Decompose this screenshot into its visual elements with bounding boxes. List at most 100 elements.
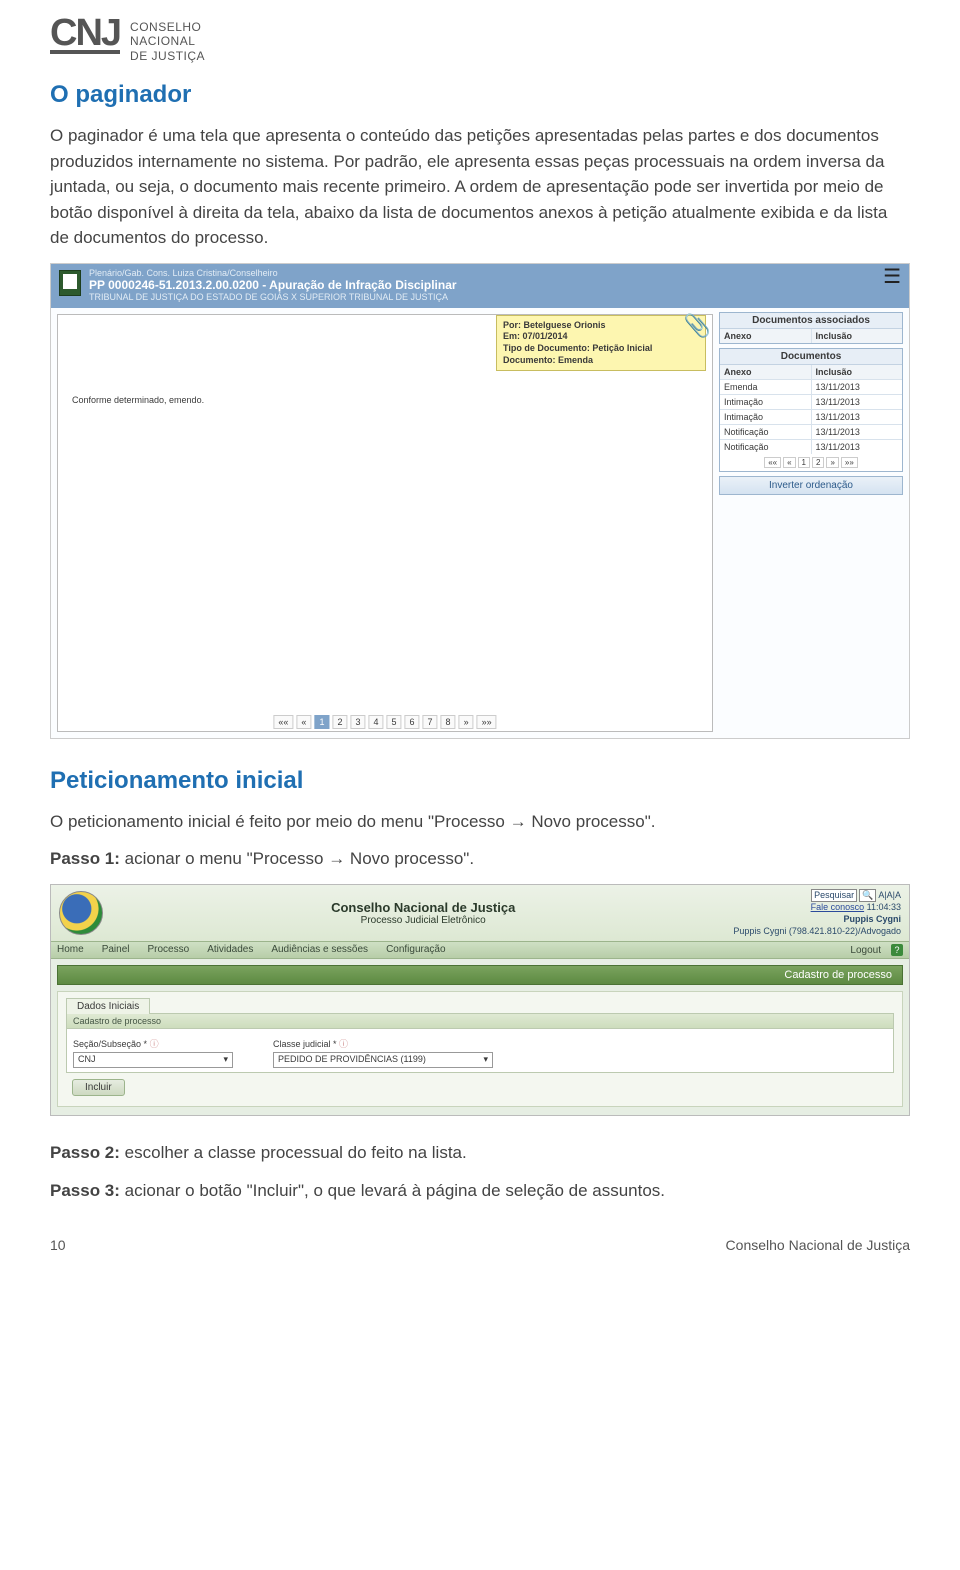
field-secao: Seção/Subseção * ⓘ CNJ ▾	[73, 1037, 233, 1068]
table-row[interactable]: Intimação13/11/2013	[720, 409, 902, 424]
parties-line: TRIBUNAL DE JUSTIÇA DO ESTADO DE GOIÁS X…	[89, 292, 457, 302]
menu-icon[interactable]: ☰	[883, 268, 901, 286]
menu-processo[interactable]: Processo	[148, 944, 190, 956]
search-icon[interactable]: 🔍	[859, 889, 876, 903]
page-5[interactable]: 5	[387, 715, 402, 729]
docs-col-anexo: Anexo	[720, 365, 811, 379]
document-viewer: 📎 Por: Betelguese Orionis Em: 07/01/2014…	[57, 314, 713, 732]
docs-col-inclusao: Inclusão	[811, 365, 903, 379]
note-author: Por: Betelguese Orionis	[503, 320, 606, 330]
assoc-col-inclusao: Inclusão	[811, 329, 903, 343]
paginador-header: Plenário/Gab. Cons. Luiza Cristina/Conse…	[51, 264, 909, 308]
paragraph-paginador: O paginador é uma tela que apresenta o c…	[50, 123, 910, 251]
pje-header: Conselho Nacional de Justiça Processo Ju…	[51, 885, 909, 942]
page-7[interactable]: 7	[423, 715, 438, 729]
incluir-button[interactable]: Incluir	[72, 1079, 125, 1096]
coat-of-arms-icon	[59, 891, 103, 935]
page-3[interactable]: 3	[350, 715, 365, 729]
note-docname: Documento: Emenda	[503, 355, 593, 365]
breadcrumb: Plenário/Gab. Cons. Luiza Cristina/Conse…	[89, 268, 457, 278]
table-row[interactable]: Intimação13/11/2013	[720, 394, 902, 409]
logo-mark: CNJ	[50, 18, 120, 54]
section-title-peticionamento: Peticionamento inicial	[50, 767, 910, 795]
label-classe: Classe judicial *	[273, 1039, 337, 1049]
prev-page[interactable]: «	[296, 715, 311, 729]
mini-last[interactable]: »»	[841, 457, 858, 468]
footer-org: Conselho Nacional de Justiça	[726, 1237, 910, 1253]
search-input[interactable]: Pesquisar	[811, 889, 857, 903]
select-classe[interactable]: PEDIDO DE PROVIDÊNCIAS (1199) ▾	[273, 1052, 493, 1068]
paperclip-icon: 📎	[684, 312, 711, 341]
clock: 11:04:33	[867, 902, 901, 912]
process-title: PP 0000246-51.2013.2.00.0200 - Apuração …	[89, 278, 457, 292]
header-right: Pesquisar 🔍 A|A|A Fale conosco 11:04:33 …	[733, 889, 901, 938]
pje-screenshot: Conselho Nacional de Justiça Processo Ju…	[50, 884, 910, 1117]
label-secao: Seção/Subseção *	[73, 1039, 147, 1049]
pje-title: Conselho Nacional de Justiça	[113, 900, 733, 915]
associated-docs-panel: Documentos associados Anexo Inclusão	[719, 312, 903, 344]
document-text: Conforme determinado, emendo.	[72, 395, 204, 405]
form-subheader: Cadastro de processo	[66, 1013, 894, 1029]
page-2[interactable]: 2	[332, 715, 347, 729]
info-icon[interactable]: ⓘ	[150, 1039, 159, 1049]
logo-line3: DE JUSTIÇA	[130, 49, 205, 63]
paragraph-peticionamento: O peticionamento inicial é feito por mei…	[50, 809, 910, 835]
table-row[interactable]: Emenda13/11/2013	[720, 379, 902, 394]
logo-line2: NACIONAL	[130, 34, 205, 48]
table-row[interactable]: Notificação13/11/2013	[720, 424, 902, 439]
mini-next[interactable]: »	[826, 457, 838, 468]
menu-home[interactable]: Home	[57, 944, 84, 956]
assoc-col-anexo: Anexo	[720, 329, 811, 343]
mini-prev[interactable]: «	[783, 457, 795, 468]
tab-dados-iniciais[interactable]: Dados Iniciais	[66, 998, 150, 1014]
step-3: Passo 3: acionar o botão "Incluir", o qu…	[50, 1178, 910, 1204]
page-6[interactable]: 6	[405, 715, 420, 729]
docs-pager[interactable]: «« « 1 2 » »»	[720, 454, 902, 471]
chevron-down-icon: ▾	[223, 1054, 228, 1065]
mini-p1[interactable]: 1	[798, 457, 810, 468]
chevron-down-icon: ▾	[483, 1054, 488, 1065]
page-footer: 10 Conselho Nacional de Justiça	[50, 1237, 910, 1253]
step-1: Passo 1: acionar o menu "Processo → Novo…	[50, 846, 910, 872]
select-secao[interactable]: CNJ ▾	[73, 1052, 233, 1068]
info-icon[interactable]: ⓘ	[339, 1039, 348, 1049]
note-doctype: Tipo de Documento: Petição Inicial	[503, 343, 652, 353]
note-date: Em: 07/01/2014	[503, 331, 568, 341]
user-name: Puppis Cygni	[733, 914, 901, 926]
accessibility-icons[interactable]: A|A|A	[878, 890, 901, 902]
table-row[interactable]: Notificação13/11/2013	[720, 439, 902, 454]
page-4[interactable]: 4	[368, 715, 383, 729]
mini-p2[interactable]: 2	[812, 457, 824, 468]
metadata-note: 📎 Por: Betelguese Orionis Em: 07/01/2014…	[496, 315, 706, 372]
logo-line1: CONSELHO	[130, 20, 205, 34]
book-icon[interactable]	[59, 270, 81, 296]
menu-config[interactable]: Configuração	[386, 944, 445, 956]
next-page[interactable]: »	[459, 715, 474, 729]
menu-logout[interactable]: Logout	[850, 945, 881, 956]
form-area: Dados Iniciais Cadastro de processo Seçã…	[57, 991, 903, 1107]
first-page[interactable]: ««	[273, 715, 293, 729]
pje-subtitle: Processo Judicial Eletrônico	[113, 915, 733, 926]
fale-conosco-link[interactable]: Fale conosco	[811, 902, 865, 912]
logo-text: CONSELHO NACIONAL DE JUSTIÇA	[130, 18, 205, 63]
menu-audiencias[interactable]: Audiências e sessões	[271, 944, 368, 956]
documents-panel: Documentos Anexo Inclusão Emenda13/11/20…	[719, 348, 903, 472]
invert-order-button[interactable]: Inverter ordenação	[719, 476, 903, 495]
last-page[interactable]: »»	[477, 715, 497, 729]
field-classe: Classe judicial * ⓘ PEDIDO DE PROVIDÊNCI…	[273, 1037, 493, 1068]
assoc-title: Documentos associados	[720, 313, 902, 329]
page-1[interactable]: 1	[314, 715, 329, 729]
document-pager[interactable]: «« « 1 2 3 4 5 6 7 8 » »»	[273, 715, 496, 729]
page-number: 10	[50, 1237, 66, 1253]
page-8[interactable]: 8	[441, 715, 456, 729]
menubar: Home Painel Processo Atividades Audiênci…	[51, 941, 909, 959]
mini-first[interactable]: ««	[764, 457, 781, 468]
menu-painel[interactable]: Painel	[102, 944, 130, 956]
sidebar: Documentos associados Anexo Inclusão Doc…	[719, 308, 909, 738]
help-icon[interactable]: ?	[891, 944, 903, 956]
menu-atividades[interactable]: Atividades	[207, 944, 253, 956]
section-title-paginador: O paginador	[50, 81, 910, 109]
page-title-bar: Cadastro de processo	[57, 965, 903, 985]
docs-title: Documentos	[720, 349, 902, 365]
paginador-screenshot: Plenário/Gab. Cons. Luiza Cristina/Conse…	[50, 263, 910, 739]
